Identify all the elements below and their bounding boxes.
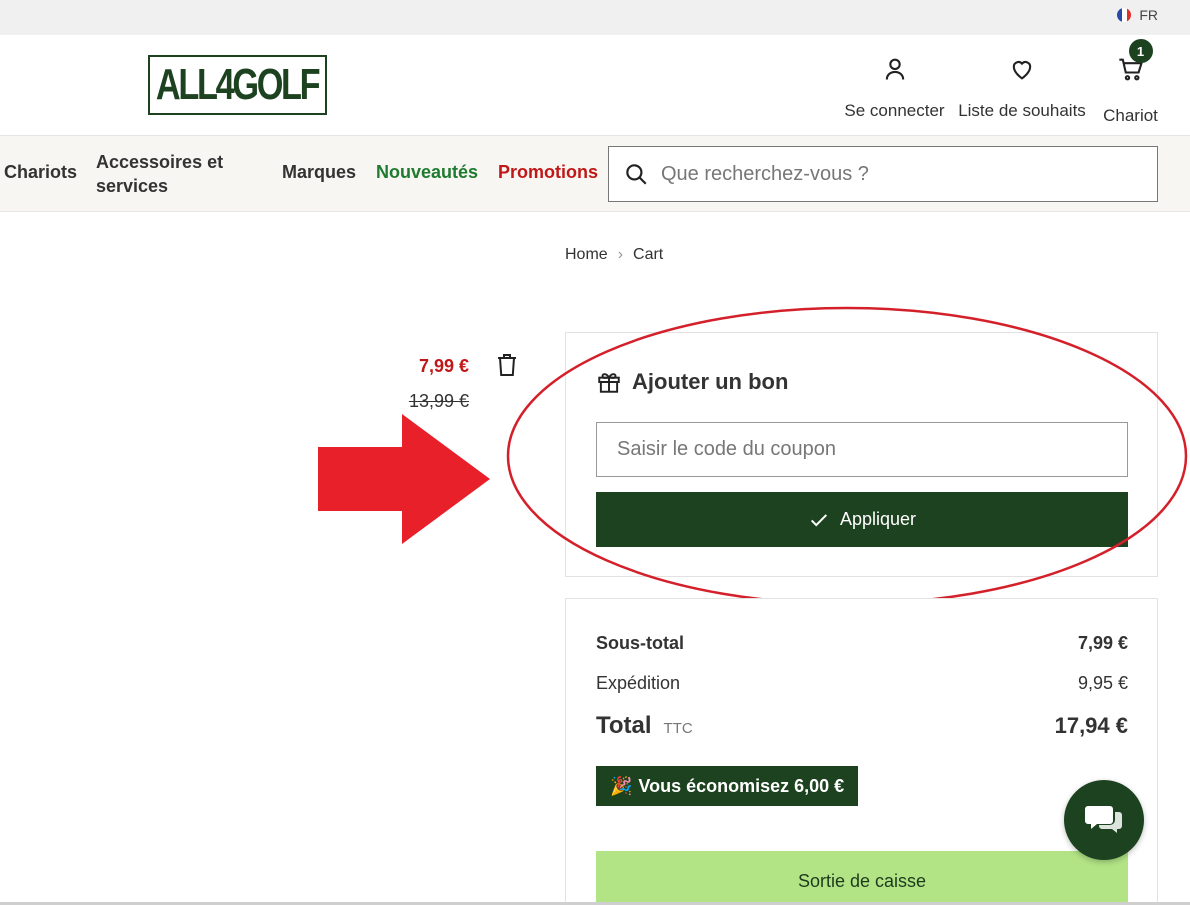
item-price-discounted: 7,99 €: [418, 356, 469, 376]
total-row: Total TTC 17,94 €: [596, 712, 1128, 740]
chat-icon: [1085, 806, 1122, 833]
item-price-original: 13,99 €: [408, 391, 469, 411]
savings-badge: 🎉 Vous économisez 6,00 €: [596, 766, 859, 806]
cart-label: Chariot: [1103, 106, 1158, 125]
france-flag-icon: [1117, 8, 1132, 22]
checkout-button[interactable]: Sortie de caisse: [596, 851, 1128, 905]
logo[interactable]: ALL4GOLF: [148, 55, 327, 115]
wishlist-button[interactable]: Liste de souhaits: [958, 55, 1086, 121]
checkout-label: Sortie de caisse: [797, 870, 927, 891]
total-value: 17,94 €: [1054, 713, 1128, 738]
login-button[interactable]: Se connecter: [844, 55, 945, 121]
nav-item-brands[interactable]: Marques: [282, 162, 356, 183]
shipping-label: Expédition: [596, 673, 681, 693]
nav-item-chariots[interactable]: Chariots: [4, 162, 77, 183]
order-summary: Sous-total 7,99 € Expédition 9,95 € Tota…: [565, 598, 1158, 905]
wishlist-label: Liste de souhaits: [958, 101, 1086, 120]
nav-item-new[interactable]: Nouveautés: [376, 162, 478, 183]
cart-button[interactable]: 1 Chariot: [1103, 39, 1158, 126]
breadcrumb-current: Cart: [633, 246, 664, 263]
party-popper-icon: 🎉: [610, 775, 633, 796]
search-icon[interactable]: [623, 161, 649, 187]
shipping-row: Expédition 9,95 €: [596, 673, 1128, 694]
login-label: Se connecter: [844, 101, 945, 120]
chat-button[interactable]: [1064, 780, 1144, 860]
cart-count-badge: 1: [1128, 39, 1153, 63]
top-bar: FR: [0, 0, 1190, 35]
shipping-value: 9,95 €: [1077, 673, 1128, 693]
savings-text: Vous économisez 6,00 €: [638, 775, 845, 796]
search-input[interactable]: [661, 162, 1121, 186]
user-icon: [885, 58, 904, 80]
subtotal-label: Sous-total: [596, 633, 684, 653]
annotation-arrow: [318, 414, 490, 544]
main-nav: Chariots Accessoires et services Marques…: [0, 135, 1190, 212]
language-switcher[interactable]: FR: [1117, 7, 1158, 23]
nav-item-accessories[interactable]: Accessoires et services: [96, 150, 256, 198]
annotation-ellipse: [506, 306, 1188, 606]
breadcrumb: Home › Cart: [565, 246, 663, 264]
breadcrumb-home[interactable]: Home: [565, 246, 608, 264]
header: ALL4GOLF Se connecter Liste de souhaits …: [0, 35, 1190, 135]
heart-icon: [1012, 61, 1032, 80]
total-label: Total TTC: [596, 712, 693, 739]
logo-text: ALL4GOLF: [156, 60, 321, 109]
subtotal-row: Sous-total 7,99 €: [596, 633, 1128, 654]
language-label: FR: [1139, 7, 1158, 23]
subtotal-value: 7,99 €: [1077, 633, 1128, 653]
chevron-right-icon: ›: [617, 246, 624, 263]
nav-item-promotions[interactable]: Promotions: [498, 162, 598, 183]
total-tax-label: TTC: [663, 720, 693, 737]
search-bar: [608, 146, 1158, 202]
